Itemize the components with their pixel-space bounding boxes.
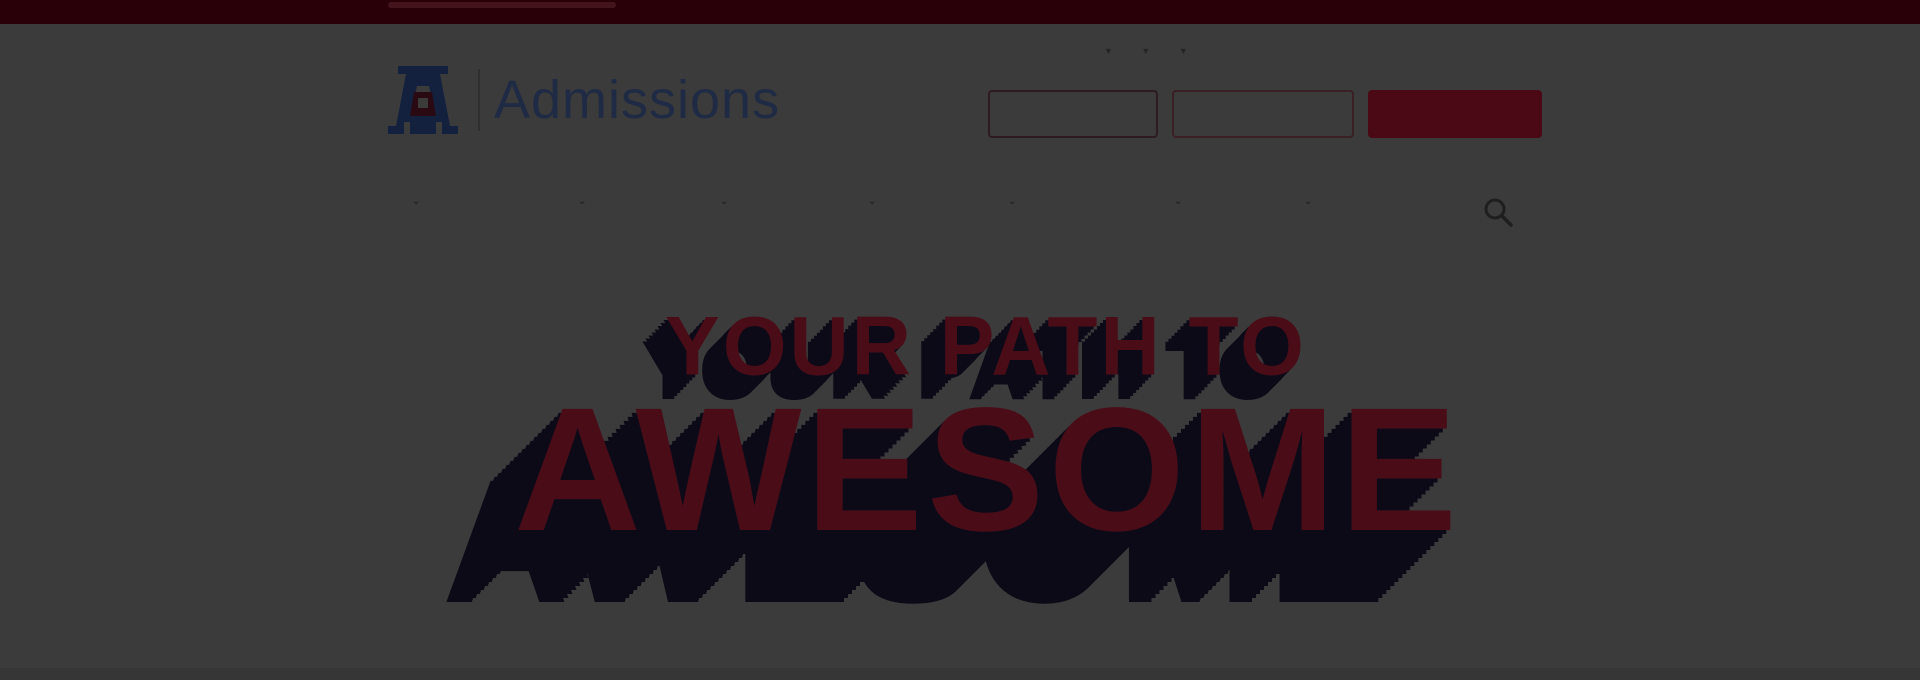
hero-headline-line-2: AWESOME <box>514 372 1462 568</box>
hero-banner: YOUR PATH TO AWESOME <box>0 0 1920 680</box>
hero-bottom-strip <box>0 668 1920 680</box>
